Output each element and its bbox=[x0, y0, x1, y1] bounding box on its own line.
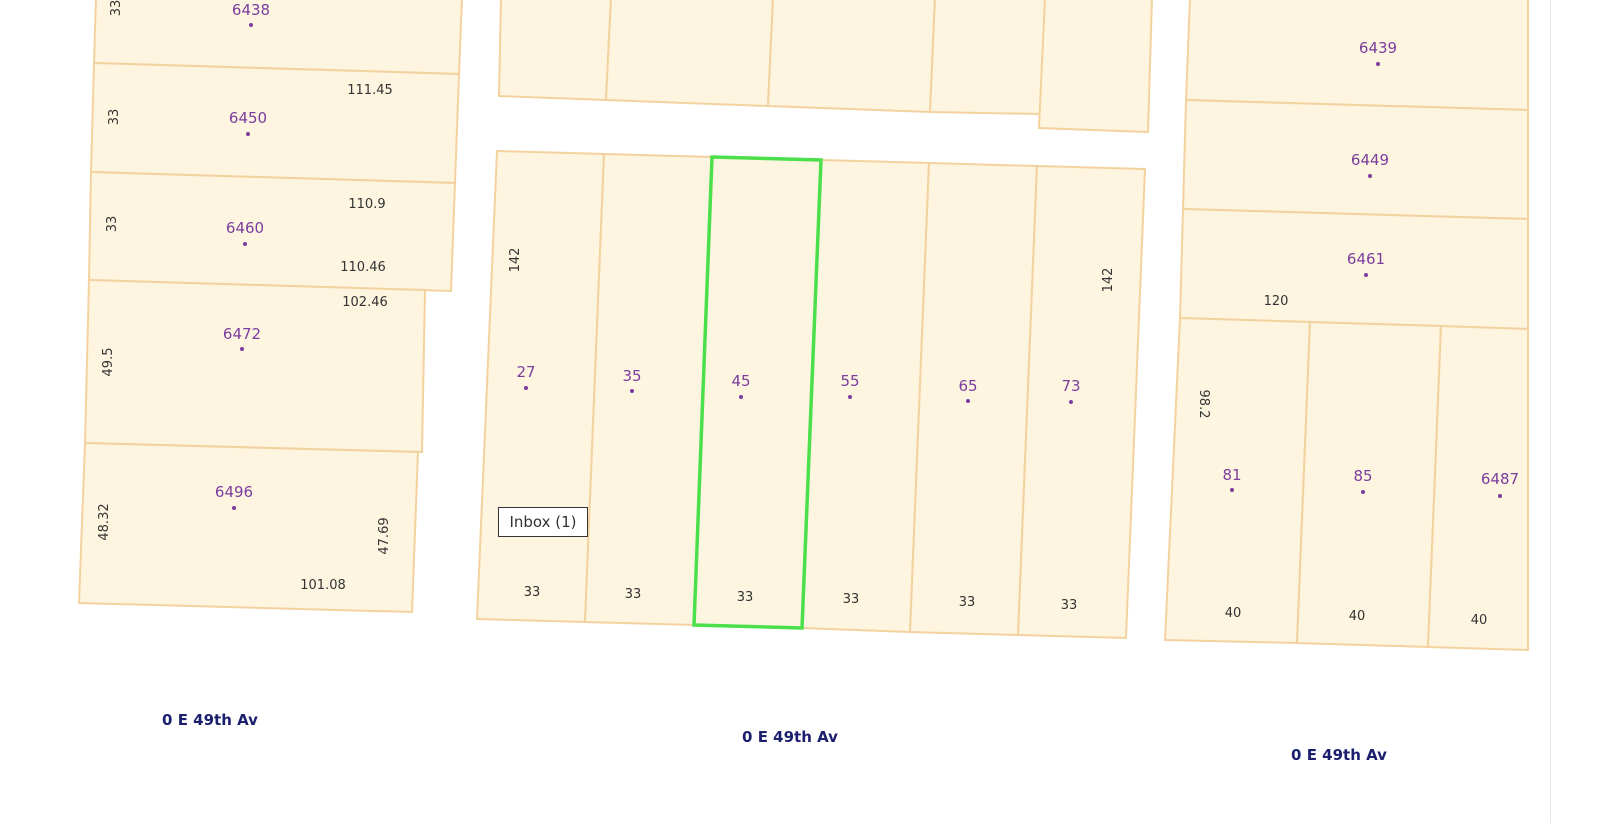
dot bbox=[246, 132, 250, 136]
address-label: 6449 bbox=[1351, 151, 1389, 169]
dimension-label: 33 bbox=[737, 590, 754, 605]
street-label: 0 E 49th Av bbox=[1291, 746, 1387, 764]
dimension-label: 49.5 bbox=[101, 348, 116, 377]
address-label: 81 bbox=[1222, 466, 1241, 484]
dimension-label: 120 bbox=[1264, 294, 1289, 309]
lot-55[interactable] bbox=[800, 158, 931, 634]
parcel-map[interactable]: 6438 6450 6460 6472 6496 27 35 45 55 65 … bbox=[0, 0, 1550, 823]
dimension-label: 110.9 bbox=[348, 197, 385, 212]
lot-35[interactable] bbox=[583, 152, 714, 627]
lot-top-3[interactable] bbox=[766, 0, 936, 114]
address-label: 6472 bbox=[223, 325, 261, 343]
inbox-tooltip[interactable]: Inbox (1) bbox=[498, 507, 588, 537]
dimension-label: 33 bbox=[105, 216, 120, 233]
lot-top-1[interactable] bbox=[497, 0, 612, 102]
dimension-label: 98.2 bbox=[1196, 390, 1211, 419]
lot-73[interactable] bbox=[1016, 164, 1147, 640]
dot bbox=[232, 506, 236, 510]
dot bbox=[249, 23, 253, 27]
right-lots bbox=[1163, 0, 1529, 652]
dot bbox=[739, 395, 743, 399]
dimension-label: 142 bbox=[508, 248, 523, 273]
address-label: 35 bbox=[622, 367, 641, 385]
dot bbox=[1376, 62, 1380, 66]
lot-6496[interactable] bbox=[77, 441, 420, 614]
dot bbox=[1364, 273, 1368, 277]
dimension-label: 33 bbox=[843, 592, 860, 607]
dimension-label: 101.08 bbox=[300, 578, 346, 593]
lot-top-5[interactable] bbox=[1037, 0, 1153, 134]
dot bbox=[1230, 488, 1234, 492]
dot bbox=[848, 395, 852, 399]
dimension-label: 111.45 bbox=[347, 83, 393, 98]
address-label: 85 bbox=[1353, 467, 1372, 485]
scrollbar-track[interactable] bbox=[1550, 0, 1600, 823]
address-label: 65 bbox=[958, 377, 977, 395]
dot bbox=[1069, 400, 1073, 404]
address-label: 45 bbox=[731, 372, 750, 390]
dimension-label: 33 bbox=[109, 0, 124, 16]
address-label: 55 bbox=[840, 372, 859, 390]
lot-65[interactable] bbox=[908, 161, 1039, 637]
dot bbox=[524, 386, 528, 390]
dimension-label: 102.46 bbox=[342, 295, 388, 310]
lot-6487[interactable] bbox=[1426, 324, 1529, 652]
address-label: 27 bbox=[516, 363, 535, 381]
dot bbox=[966, 399, 970, 403]
address-label: 6460 bbox=[226, 219, 264, 237]
dimension-label: 47.69 bbox=[377, 517, 392, 554]
address-label: 6438 bbox=[232, 1, 270, 19]
lot-6461[interactable] bbox=[1178, 207, 1529, 331]
dimension-label: 110.46 bbox=[340, 260, 386, 275]
address-label: 6450 bbox=[229, 109, 267, 127]
address-label: 6461 bbox=[1347, 250, 1385, 268]
dimension-label: 33 bbox=[959, 595, 976, 610]
dimension-label: 33 bbox=[1061, 598, 1078, 613]
street-label: 0 E 49th Av bbox=[742, 728, 838, 746]
dimension-label: 40 bbox=[1471, 613, 1488, 628]
lot-45[interactable] bbox=[692, 155, 823, 630]
left-lots bbox=[77, 0, 463, 614]
address-label: 6487 bbox=[1481, 470, 1519, 488]
dot bbox=[240, 347, 244, 351]
lot-top-2[interactable] bbox=[604, 0, 774, 108]
dimension-label: 40 bbox=[1225, 606, 1242, 621]
lot-27[interactable] bbox=[475, 149, 606, 624]
dot bbox=[630, 389, 634, 393]
dimension-label: 142 bbox=[1101, 268, 1116, 293]
middle-lots bbox=[475, 149, 1147, 640]
lot-top-4[interactable] bbox=[928, 0, 1046, 116]
dimension-label: 33 bbox=[107, 109, 122, 126]
dimension-label: 48.32 bbox=[97, 503, 112, 540]
lot-6439[interactable] bbox=[1184, 0, 1529, 112]
street-label: 0 E 49th Av bbox=[162, 711, 258, 729]
lot-6450[interactable] bbox=[89, 61, 461, 185]
lot-6460[interactable] bbox=[87, 170, 457, 293]
lot-6438[interactable] bbox=[92, 0, 463, 76]
address-label: 6496 bbox=[215, 483, 253, 501]
street-labels: 0 E 49th Av 0 E 49th Av 0 E 49th Av bbox=[162, 711, 1387, 764]
address-label: 6439 bbox=[1359, 39, 1397, 57]
dot bbox=[1498, 494, 1502, 498]
top-middle-lots bbox=[497, 0, 1153, 134]
dimension-label: 40 bbox=[1349, 609, 1366, 624]
dimension-label: 33 bbox=[524, 585, 541, 600]
dot bbox=[1361, 490, 1365, 494]
address-label: 73 bbox=[1061, 377, 1080, 395]
dot bbox=[243, 242, 247, 246]
dimension-label: 33 bbox=[625, 587, 642, 602]
dot bbox=[1368, 174, 1372, 178]
